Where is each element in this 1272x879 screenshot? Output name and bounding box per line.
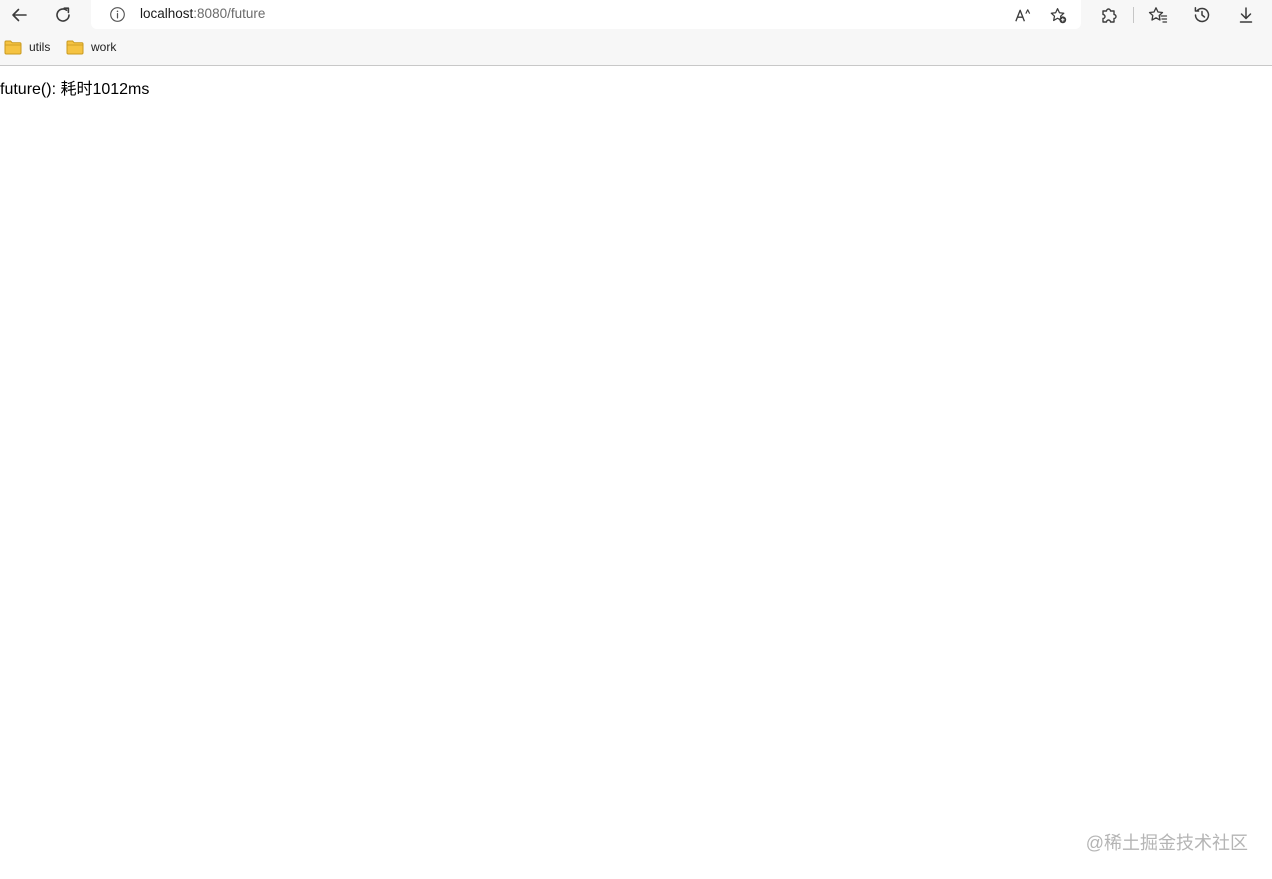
downloads-button[interactable] <box>1228 0 1264 29</box>
add-favorite-button[interactable] <box>1047 4 1069 26</box>
back-arrow-icon <box>12 8 27 21</box>
bookmark-folder-work[interactable]: work <box>66 36 116 58</box>
browser-chrome: localhost:8080/future utils work <box>0 0 1272 66</box>
star-add-icon <box>1050 7 1066 23</box>
address-bar[interactable]: localhost:8080/future <box>91 0 1081 29</box>
history-button[interactable] <box>1184 0 1220 29</box>
reload-icon <box>56 6 70 22</box>
puzzle-icon <box>1102 7 1117 23</box>
folder-icon <box>4 40 22 54</box>
site-info-button[interactable] <box>108 5 127 24</box>
bookmark-label: utils <box>29 40 51 54</box>
bookmark-label: work <box>91 40 117 54</box>
reload-button[interactable] <box>45 0 81 29</box>
bookmark-folder-utils[interactable]: utils <box>4 36 50 58</box>
folder-icon <box>66 40 84 54</box>
extensions-button[interactable] <box>1091 0 1127 29</box>
url-host: localhost <box>140 6 194 21</box>
result-text: future(): 耗时1012ms <box>0 81 150 98</box>
url-text[interactable]: localhost:8080/future <box>140 6 265 21</box>
download-icon <box>1239 6 1253 23</box>
favorites-icon <box>1148 6 1168 23</box>
history-icon <box>1194 6 1210 22</box>
back-button[interactable] <box>1 0 37 29</box>
read-aloud-button[interactable] <box>1011 4 1033 26</box>
read-aloud-icon <box>1014 8 1030 21</box>
toolbar-separator <box>1133 7 1134 23</box>
url-path: :8080/future <box>193 6 266 21</box>
page-content: future(): 耗时1012ms <box>0 66 1272 879</box>
favorites-button[interactable] <box>1140 0 1176 29</box>
info-icon <box>110 7 125 22</box>
bookmarks-bar: utils work <box>0 34 1272 60</box>
browser-toolbar: localhost:8080/future <box>0 0 1272 29</box>
watermark: @稀土掘金技术社区 <box>1085 833 1248 853</box>
